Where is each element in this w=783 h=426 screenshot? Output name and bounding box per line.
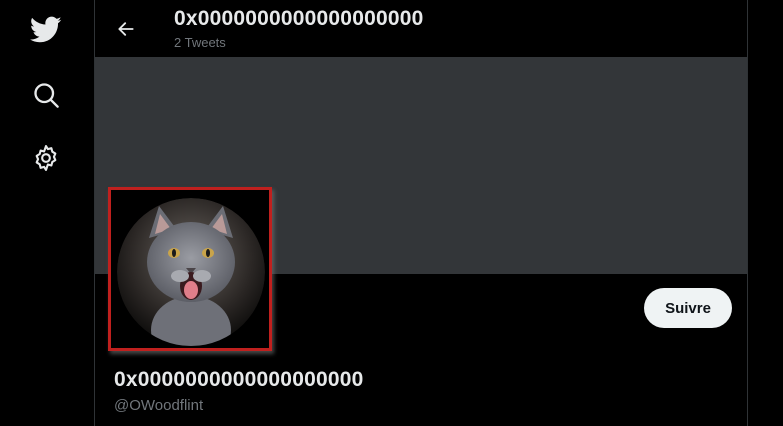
profile-header-bar: 0x0000000000000000000 2 Tweets [95,0,747,57]
profile-display-name: 0x0000000000000000000 [114,368,364,391]
kitten-photo [117,198,265,346]
back-arrow-icon [118,22,134,36]
settings-button[interactable] [26,138,66,178]
left-nav [0,0,94,426]
twitter-profile-page: 0x0000000000000000000 2 Tweets Suivre 0x… [0,0,783,426]
tweet-count: 2 Tweets [174,35,226,50]
profile-handle: @OWoodflint [114,397,204,414]
explore-button[interactable] [26,75,66,115]
twitter-bird-icon [30,16,62,43]
profile-column: 0x0000000000000000000 2 Tweets Suivre 0x… [94,0,748,426]
avatar[interactable] [117,198,265,346]
back-button[interactable] [109,12,143,46]
header-title: 0x0000000000000000000 [174,7,424,30]
home-logo-button[interactable] [26,10,66,50]
avatar-highlight-frame[interactable] [108,187,272,351]
gear-icon [35,145,57,171]
search-icon [34,83,59,108]
follow-button[interactable]: Suivre [644,288,732,328]
